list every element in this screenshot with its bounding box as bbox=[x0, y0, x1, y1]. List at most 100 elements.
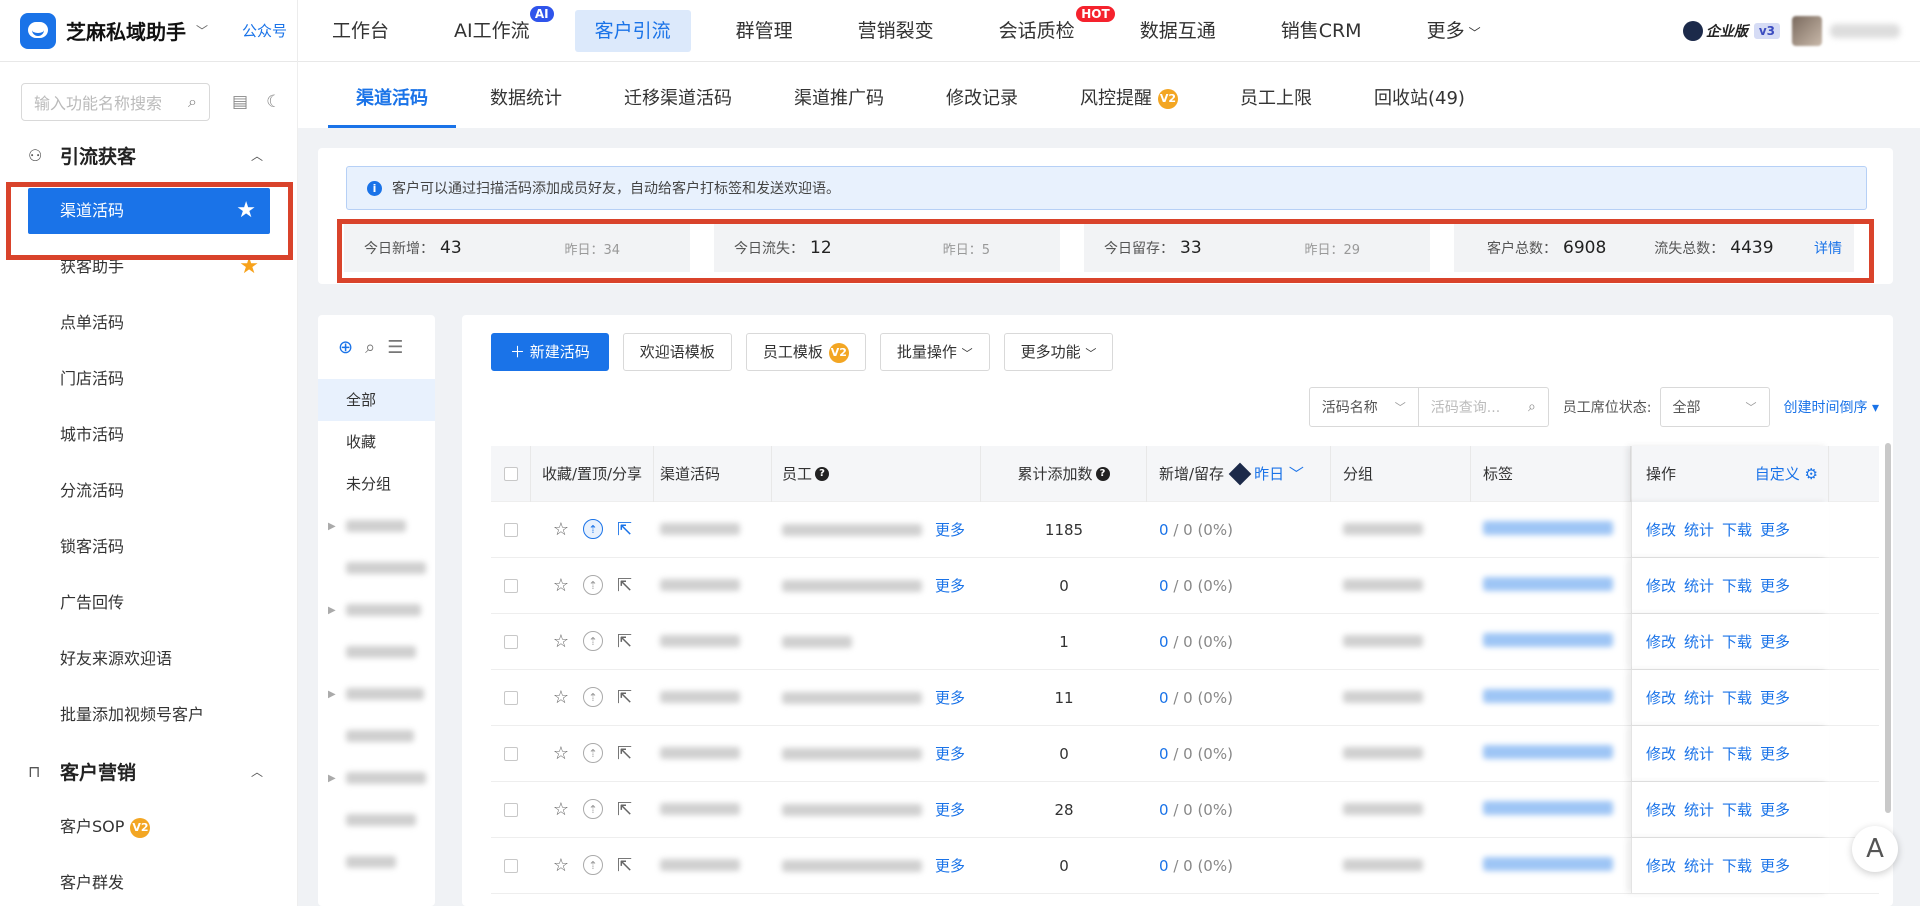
chevron-down-icon[interactable]: ﹀ bbox=[196, 22, 208, 39]
sidebar-group-acquisition[interactable]: ⚇ 引流获客 ︿ bbox=[0, 127, 297, 183]
nav-workbench[interactable]: 工作台 bbox=[312, 10, 409, 52]
edit-link[interactable]: 修改 bbox=[1646, 687, 1676, 708]
download-link[interactable]: 下载 bbox=[1722, 575, 1752, 596]
pin-top-icon[interactable]: ⇡ bbox=[583, 743, 604, 763]
pin-top-icon[interactable]: ⇡ bbox=[583, 855, 604, 875]
tab-migrate-code[interactable]: 迁移渠道活码 bbox=[596, 84, 760, 128]
feature-search-input[interactable]: 输入功能名称搜索 ⌕ bbox=[21, 83, 210, 121]
more-link[interactable]: 更多 bbox=[1760, 687, 1790, 708]
sidebar-item-customer-sop[interactable]: 客户SOP V2 bbox=[0, 799, 297, 855]
nav-session-qc[interactable]: 会话质检 HOT bbox=[979, 5, 1115, 52]
code-name-blurred[interactable] bbox=[660, 690, 740, 703]
staff-template-button[interactable]: 员工模板 V2 bbox=[745, 333, 866, 371]
sidebar-group-marketing[interactable]: ⊓ 客户营销 ︿ bbox=[0, 743, 297, 799]
stats-link[interactable]: 统计 bbox=[1684, 855, 1714, 876]
download-link[interactable]: 下载 bbox=[1722, 519, 1752, 540]
edit-link[interactable]: 修改 bbox=[1646, 743, 1676, 764]
tab-recycle-bin[interactable]: 回收站(49) bbox=[1346, 84, 1493, 128]
new-code-button[interactable]: ＋ 新建活码 bbox=[491, 333, 609, 371]
star-icon[interactable]: ☆ bbox=[553, 687, 569, 708]
staff-more-link[interactable]: 更多 bbox=[935, 855, 965, 876]
sidebar-item-city-code[interactable]: 城市活码 bbox=[0, 407, 297, 463]
share-icon[interactable]: ⇱ bbox=[617, 575, 632, 596]
row-checkbox[interactable] bbox=[504, 802, 518, 817]
sidebar-item-source-welcome[interactable]: 好友来源欢迎语 bbox=[0, 631, 297, 687]
stats-link[interactable]: 统计 bbox=[1684, 743, 1714, 764]
more-link[interactable]: 更多 bbox=[1760, 631, 1790, 652]
tree-item-blurred[interactable] bbox=[318, 841, 435, 883]
share-icon[interactable]: ⇱ bbox=[617, 687, 632, 708]
code-name-blurred[interactable] bbox=[660, 522, 740, 535]
staff-more-link[interactable]: 更多 bbox=[935, 519, 965, 540]
edit-link[interactable]: 修改 bbox=[1646, 799, 1676, 820]
tree-item-blurred[interactable]: ▶ bbox=[318, 589, 435, 631]
nav-ai-workflow[interactable]: AI工作流 AI bbox=[434, 5, 554, 52]
tab-staff-limit[interactable]: 员工上限 bbox=[1212, 84, 1340, 128]
star-icon[interactable]: ☆ bbox=[553, 631, 569, 652]
search-field-select[interactable]: 活码名称 ﹀ bbox=[1308, 387, 1419, 427]
tree-item-blurred[interactable] bbox=[318, 631, 435, 673]
tree-item-blurred[interactable] bbox=[318, 715, 435, 757]
sidebar-item-customer-broadcast[interactable]: 客户群发 bbox=[0, 855, 297, 906]
edit-link[interactable]: 修改 bbox=[1646, 855, 1676, 876]
stats-link[interactable]: 统计 bbox=[1684, 519, 1714, 540]
pin-top-icon[interactable]: ⇡ bbox=[583, 687, 604, 707]
tree-item-blurred[interactable] bbox=[318, 799, 435, 841]
tree-item-blurred[interactable]: ▶ bbox=[318, 673, 435, 715]
staff-more-link[interactable]: 更多 bbox=[935, 743, 965, 764]
nav-marketing-fission[interactable]: 营销裂变 bbox=[838, 10, 954, 52]
pin-top-icon[interactable]: ⇡ bbox=[583, 519, 604, 539]
more-features-button[interactable]: 更多功能 ﹀ bbox=[1003, 333, 1114, 371]
row-checkbox[interactable] bbox=[504, 634, 518, 649]
sort-toggle[interactable]: 创建时间倒序 ▾ bbox=[1784, 397, 1879, 417]
row-checkbox[interactable] bbox=[504, 746, 518, 761]
sidebar-item-lock-code[interactable]: 锁客活码 bbox=[0, 519, 297, 575]
welcome-template-button[interactable]: 欢迎语模板 bbox=[622, 333, 732, 371]
sidebar-item-store-code[interactable]: 门店活码 bbox=[0, 351, 297, 407]
code-search-input[interactable]: 活码查询... ⌕ bbox=[1418, 387, 1549, 427]
tab-promo-code[interactable]: 渠道推广码 bbox=[766, 84, 912, 128]
edit-link[interactable]: 修改 bbox=[1646, 631, 1676, 652]
row-checkbox[interactable] bbox=[504, 578, 518, 593]
pin-top-icon[interactable]: ⇡ bbox=[583, 631, 604, 651]
tree-item-favorites[interactable]: 收藏 bbox=[318, 421, 435, 463]
download-link[interactable]: 下载 bbox=[1722, 631, 1752, 652]
code-name-blurred[interactable] bbox=[660, 802, 740, 815]
more-link[interactable]: 更多 bbox=[1760, 855, 1790, 876]
tree-item-blurred[interactable]: ▶ bbox=[318, 505, 435, 547]
seat-status-select[interactable]: 全部 ﹀ bbox=[1659, 387, 1770, 427]
nav-more[interactable]: 更多 ﹀ bbox=[1407, 10, 1501, 52]
sidebar-item-order-code[interactable]: 点单活码 bbox=[0, 295, 297, 351]
card-icon[interactable]: ▤ bbox=[232, 92, 248, 112]
code-name-blurred[interactable] bbox=[660, 746, 740, 759]
code-name-blurred[interactable] bbox=[660, 578, 740, 591]
nav-group-management[interactable]: 群管理 bbox=[716, 10, 813, 52]
star-icon[interactable]: ☆ bbox=[553, 743, 569, 764]
tab-change-log[interactable]: 修改记录 bbox=[918, 84, 1046, 128]
assistant-float-button[interactable]: A bbox=[1852, 826, 1898, 872]
tree-item-all[interactable]: 全部 bbox=[318, 379, 435, 421]
stats-link[interactable]: 统计 bbox=[1684, 799, 1714, 820]
share-icon[interactable]: ⇱ bbox=[617, 519, 632, 540]
sidebar-item-split-code[interactable]: 分流活码 bbox=[0, 463, 297, 519]
tree-item-blurred[interactable] bbox=[318, 547, 435, 589]
star-icon[interactable]: ☆ bbox=[553, 519, 569, 540]
download-link[interactable]: 下载 bbox=[1722, 687, 1752, 708]
share-icon[interactable]: ⇱ bbox=[617, 799, 632, 820]
row-checkbox[interactable] bbox=[504, 858, 518, 873]
download-link[interactable]: 下载 bbox=[1722, 799, 1752, 820]
more-link[interactable]: 更多 bbox=[1760, 743, 1790, 764]
help-icon[interactable]: ? bbox=[815, 466, 830, 481]
sidebar-item-batch-video-customers[interactable]: 批量添加视频号客户 bbox=[0, 687, 297, 743]
row-checkbox[interactable] bbox=[504, 522, 518, 537]
share-icon[interactable]: ⇱ bbox=[617, 855, 632, 876]
pin-top-icon[interactable]: ⇡ bbox=[583, 799, 604, 819]
official-account-link[interactable]: 公众号 bbox=[242, 20, 287, 41]
more-link[interactable]: 更多 bbox=[1760, 799, 1790, 820]
tab-channel-code[interactable]: 渠道活码 bbox=[328, 84, 456, 128]
star-icon[interactable]: ☆ bbox=[553, 575, 569, 596]
nav-data-sync[interactable]: 数据互通 bbox=[1120, 10, 1236, 52]
code-name-blurred[interactable] bbox=[660, 634, 740, 647]
more-link[interactable]: 更多 bbox=[1760, 575, 1790, 596]
edit-link[interactable]: 修改 bbox=[1646, 575, 1676, 596]
